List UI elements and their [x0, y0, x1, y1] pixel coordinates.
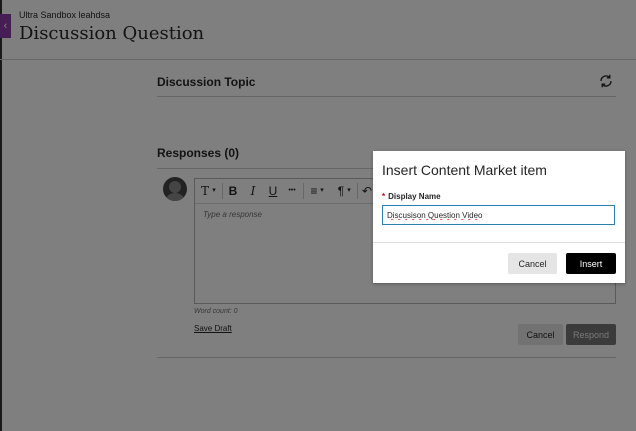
- dialog-divider: [373, 242, 625, 243]
- insert-button[interactable]: Insert: [566, 253, 616, 274]
- display-name-input[interactable]: [382, 205, 615, 225]
- dialog-title: Insert Content Market item: [382, 162, 547, 178]
- display-name-label-text: Display Name: [388, 192, 441, 201]
- display-name-label: * Display Name: [382, 192, 441, 201]
- insert-content-market-dialog: Insert Content Market item * Display Name…: [373, 151, 625, 283]
- dialog-cancel-button[interactable]: Cancel: [508, 253, 557, 274]
- required-marker: *: [382, 192, 386, 201]
